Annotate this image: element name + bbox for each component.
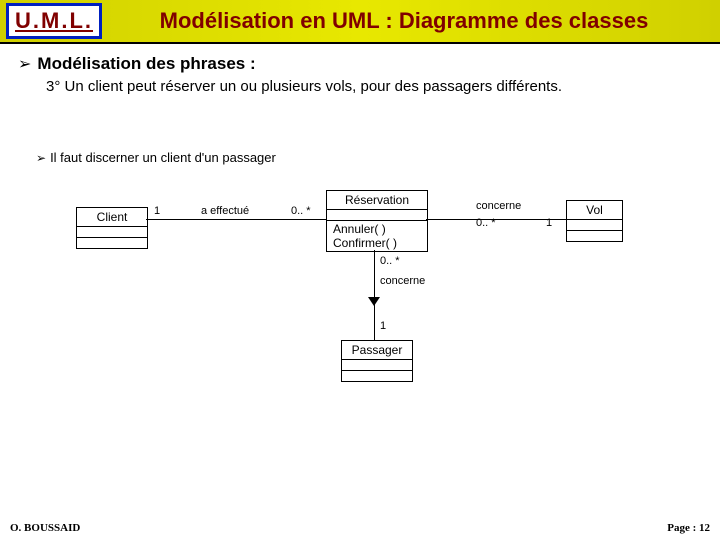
uml-op-section	[567, 231, 622, 241]
uml-attr-section	[327, 210, 427, 221]
assoc-line	[426, 219, 566, 220]
uml-class-passager: Passager	[341, 340, 413, 382]
nav-arrow-icon	[368, 297, 380, 306]
logo-box: U.M.L.	[6, 3, 102, 39]
assoc-line	[374, 250, 375, 340]
multiplicity: 1	[546, 217, 552, 229]
multiplicity: 1	[380, 320, 386, 332]
uml-class-name: Client	[77, 208, 147, 227]
arrow-icon: ➢	[18, 54, 31, 74]
footer-page: Page : 12	[667, 522, 710, 534]
arrow-icon: ➢	[36, 151, 46, 165]
multiplicity: 0.. *	[476, 217, 496, 229]
uml-class-name: Vol	[567, 201, 622, 220]
assoc-label: concerne	[476, 200, 521, 212]
multiplicity: 0.. *	[380, 255, 400, 267]
uml-class-reservation: Réservation Annuler( ) Confirmer( )	[326, 190, 428, 252]
uml-class-vol: Vol	[566, 200, 623, 242]
bullet-line: ➢ Modélisation des phrases :	[18, 54, 702, 74]
slide-header: U.M.L. Modélisation en UML : Diagramme d…	[0, 0, 720, 44]
multiplicity: 1	[154, 205, 160, 217]
multiplicity: 0.. *	[291, 205, 311, 217]
uml-class-name: Passager	[342, 341, 412, 360]
footer-author: O. BOUSSAID	[10, 522, 80, 534]
uml-attr-section	[77, 227, 147, 238]
assoc-line	[146, 219, 326, 220]
assoc-label: concerne	[380, 275, 425, 287]
uml-class-name: Réservation	[327, 191, 427, 210]
slide-title: Modélisation en UML : Diagramme des clas…	[108, 8, 720, 34]
slide-footer: O. BOUSSAID Page : 12	[0, 522, 720, 534]
uml-diagram: Client Réservation Annuler( ) Confirmer(…	[36, 185, 716, 405]
uml-op: Annuler( )	[333, 222, 421, 236]
uml-class-client: Client	[76, 207, 148, 249]
uml-op-section: Annuler( ) Confirmer( )	[327, 221, 427, 251]
bullet-title: Modélisation des phrases :	[37, 54, 255, 74]
uml-op-section	[342, 371, 412, 381]
uml-attr-section	[567, 220, 622, 231]
content-area: ➢ Modélisation des phrases : 3° Un clien…	[0, 44, 720, 405]
bullet-subtitle: 3° Un client peut réserver un ou plusieu…	[46, 78, 702, 95]
note-line: ➢ Il faut discerner un client d'un passa…	[36, 150, 702, 165]
uml-attr-section	[342, 360, 412, 371]
assoc-label: a effectué	[201, 205, 249, 217]
uml-op: Confirmer( )	[333, 236, 421, 250]
uml-op-section	[77, 238, 147, 248]
note-text: Il faut discerner un client d'un passage…	[50, 150, 276, 165]
